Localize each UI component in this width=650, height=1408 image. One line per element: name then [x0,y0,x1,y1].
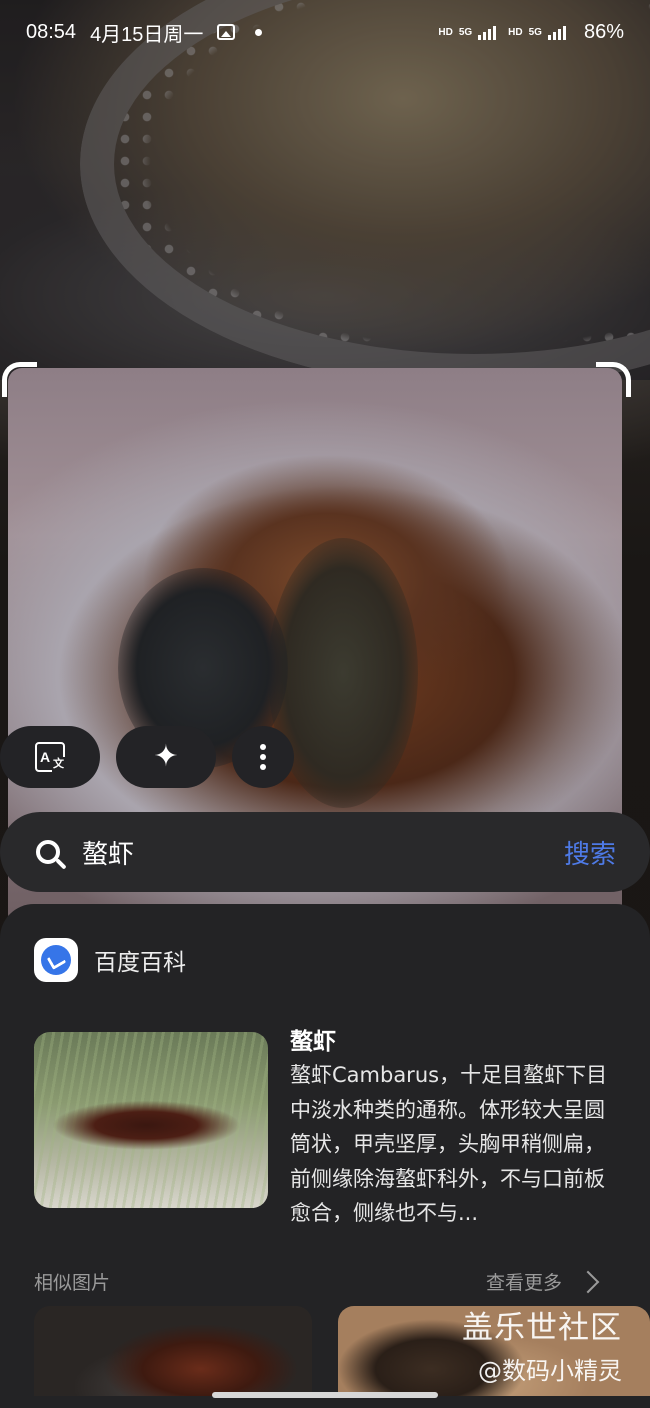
hd-label-2: HD [508,26,523,38]
signal-icon-1 [478,24,497,40]
baidu-baike-logo-icon [34,938,78,982]
status-indicators: HD 5G HD 5G 86% [438,21,624,44]
search-button[interactable]: 搜索 [564,834,616,871]
crop-handle-top-left[interactable] [2,362,37,397]
status-date: 4月15日周一 [90,23,204,46]
similar-images-label: 相似图片 [34,1272,111,1294]
view-more-link[interactable]: 查看更多 [486,1268,600,1295]
search-bar[interactable]: 螯虾 搜索 [0,812,650,892]
watermark-line-2: @数码小精灵 [478,1357,622,1385]
search-query[interactable]: 螯虾 [82,834,564,871]
hd-label-1: HD [438,26,453,38]
watermark-line-1: 盖乐世社区 [462,1310,622,1346]
chevron-right-icon [576,1270,600,1293]
more-vertical-icon [260,744,266,770]
home-indicator[interactable] [212,1392,438,1398]
translate-button[interactable]: A [0,726,100,788]
crop-handle-top-right[interactable] [596,362,631,397]
battery-level: 86% [583,20,624,43]
similar-image-1[interactable] [34,1306,312,1396]
gallery-notification-icon [217,24,236,40]
ai-assist-button[interactable]: ✦ [116,726,216,788]
translate-icon: A [35,742,65,772]
source-name: 百度百科 [94,950,186,976]
status-bar: 08:54 4月15日周一 HD 5G HD 5G 86% [0,0,650,64]
view-more-label: 查看更多 [486,1272,563,1294]
network-label-1: 5G [458,26,473,38]
network-label-2: 5G [528,26,542,38]
watermark: 盖乐世社区 @数码小精灵 [462,1302,622,1386]
source-row[interactable]: 百度百科 [34,938,186,982]
result-description[interactable]: 螯虾Cambarus，十足目螯虾下目中淡水种类的通称。体形较大呈圆筒状，甲壳坚厚… [290,1058,618,1231]
status-time: 08:54 [26,20,77,43]
signal-icon-2 [547,24,566,40]
result-title[interactable]: 螯虾 [290,1022,336,1056]
sparkle-icon: ✦ [153,739,179,774]
notification-dot-icon [255,28,263,36]
more-options-button[interactable] [232,726,294,788]
search-icon [36,840,60,864]
result-thumbnail[interactable] [34,1032,268,1208]
